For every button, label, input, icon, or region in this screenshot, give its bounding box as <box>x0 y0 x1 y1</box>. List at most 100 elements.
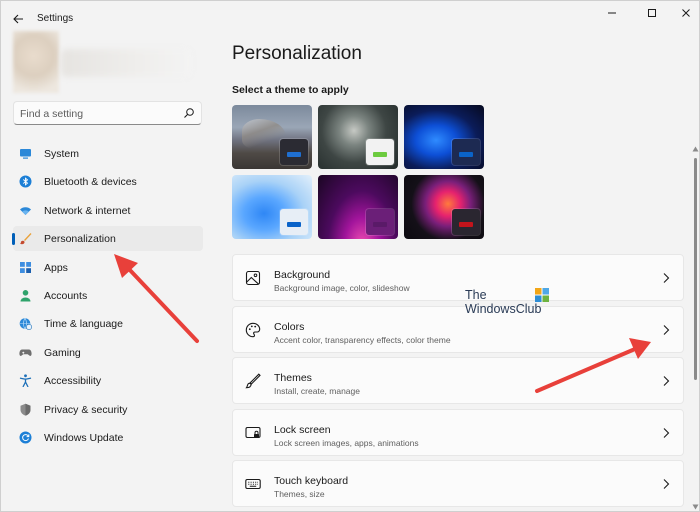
sidebar-item-label: System <box>44 148 80 160</box>
theme-accent-bar <box>287 152 301 157</box>
globe-clock-icon <box>19 318 32 331</box>
close-icon <box>682 9 690 17</box>
sidebar-item-label: Bluetooth & devices <box>44 176 137 189</box>
palette-icon <box>245 322 261 337</box>
watermark-line-2: WindowsClub <box>465 302 542 316</box>
image-icon <box>245 270 261 286</box>
watermark: The WindowsClub <box>465 288 555 320</box>
maximize-button[interactable] <box>637 5 667 21</box>
setting-title: Background <box>274 269 331 281</box>
sidebar-item-label: Windows Update <box>44 431 124 444</box>
pen-icon <box>245 373 261 389</box>
back-arrow-icon <box>12 14 23 24</box>
lock-screen-icon <box>245 426 261 438</box>
theme-preview-swatch <box>280 139 308 165</box>
sidebar-item-privacy-security[interactable]: Privacy & security <box>13 397 203 422</box>
sidebar-item-network[interactable]: Network & internet <box>13 198 203 223</box>
setting-colors[interactable]: Colors Accent color, transparency effect… <box>232 305 684 353</box>
sidebar-item-label: Accessibility <box>44 375 102 388</box>
sidebar-item-label: Privacy & security <box>44 403 128 416</box>
chevron-right-icon <box>663 273 670 283</box>
setting-background[interactable]: Background Background image, color, slid… <box>232 254 684 301</box>
person-icon <box>20 289 31 302</box>
sidebar-item-label: Apps <box>44 261 68 274</box>
bluetooth-icon <box>19 175 32 188</box>
theme-tile-5[interactable] <box>318 175 398 239</box>
theme-section-label: Select a theme to apply <box>232 84 349 96</box>
setting-subtitle: Background image, color, slideshow <box>274 283 410 293</box>
shield-icon <box>20 403 31 416</box>
watermark-logo-icon <box>535 288 549 302</box>
theme-tile-1[interactable] <box>232 105 312 169</box>
setting-subtitle: Themes, size <box>274 489 325 499</box>
monitor-icon <box>20 149 31 159</box>
theme-tile-2[interactable] <box>318 105 398 169</box>
setting-title: Touch keyboard <box>274 475 349 487</box>
theme-preview-swatch <box>366 209 394 235</box>
avatar <box>13 31 59 93</box>
setting-subtitle: Lock screen images, apps, animations <box>274 437 419 448</box>
update-icon <box>19 431 32 444</box>
accessibility-icon <box>19 374 32 388</box>
wifi-icon <box>20 207 31 215</box>
sidebar-item-accounts[interactable]: Accounts <box>13 283 203 308</box>
maximize-icon <box>648 9 656 17</box>
chevron-right-icon <box>663 324 670 335</box>
theme-accent-bar <box>287 222 301 227</box>
user-profile[interactable] <box>13 31 203 93</box>
sidebar-item-label: Personalization <box>44 233 116 246</box>
sidebar-item-label: Network & internet <box>44 204 131 217</box>
sidebar-item-label: Gaming <box>44 346 81 359</box>
theme-accent-bar <box>373 152 387 157</box>
setting-lock-screen[interactable]: Lock screen Lock screen images, apps, an… <box>232 408 684 456</box>
sidebar-item-gaming[interactable]: Gaming <box>13 340 203 365</box>
sidebar-item-bluetooth[interactable]: Bluetooth & devices <box>13 169 203 194</box>
sidebar-item-label: Time & language <box>44 318 123 331</box>
setting-touch-keyboard[interactable]: Touch keyboard Themes, size <box>232 460 684 507</box>
search-input[interactable] <box>20 106 170 122</box>
theme-preview-swatch <box>366 139 394 165</box>
sidebar-item-apps[interactable]: Apps <box>13 255 203 280</box>
apps-icon <box>20 261 31 273</box>
setting-subtitle: Accent color, transparency effects, colo… <box>274 334 451 345</box>
minimize-icon <box>608 12 616 14</box>
setting-title: Themes <box>274 372 312 384</box>
close-button[interactable] <box>671 5 700 21</box>
theme-tile-3[interactable] <box>404 105 484 169</box>
chevron-right-icon <box>663 479 670 489</box>
theme-tile-6[interactable] <box>404 175 484 239</box>
scrollbar-thumb[interactable] <box>694 158 697 380</box>
search-icon[interactable] <box>183 107 195 119</box>
back-button[interactable] <box>9 10 27 28</box>
theme-preview-swatch <box>280 209 308 235</box>
theme-accent-bar <box>373 222 387 227</box>
scroll-up-icon[interactable] <box>692 146 699 152</box>
sidebar-item-accessibility[interactable]: Accessibility <box>13 368 203 393</box>
setting-themes[interactable]: Themes Install, create, manage <box>232 357 684 404</box>
theme-tile-4[interactable] <box>232 175 312 239</box>
setting-title: Lock screen <box>274 423 331 436</box>
title-bar: Settings <box>1 1 700 35</box>
minimize-button[interactable] <box>597 5 627 21</box>
watermark-line-1: The <box>465 288 487 302</box>
setting-subtitle: Install, create, manage <box>274 386 360 396</box>
sidebar-item-system[interactable]: System <box>13 141 203 166</box>
theme-preview-swatch <box>452 209 480 235</box>
page-title: Personalization <box>232 43 362 64</box>
profile-name-blurred <box>61 49 191 77</box>
sidebar-item-personalization[interactable]: Personalization <box>12 226 203 252</box>
chevron-right-icon <box>663 376 670 386</box>
chevron-right-icon <box>663 427 670 438</box>
scroll-down-icon[interactable] <box>692 504 699 510</box>
app-title: Settings <box>37 13 74 24</box>
sidebar-nav: System Bluetooth & devices Network & int… <box>12 141 203 453</box>
brush-icon <box>20 233 32 245</box>
sidebar-item-time-language[interactable]: Time & language <box>13 311 203 336</box>
theme-gallery <box>232 105 484 241</box>
search-box[interactable] <box>13 101 202 125</box>
sidebar-item-windows-update[interactable]: Windows Update <box>13 425 203 450</box>
theme-preview-swatch <box>452 139 480 165</box>
sidebar-item-label: Accounts <box>44 289 88 302</box>
theme-accent-bar <box>459 222 473 227</box>
setting-title: Colors <box>274 320 305 333</box>
